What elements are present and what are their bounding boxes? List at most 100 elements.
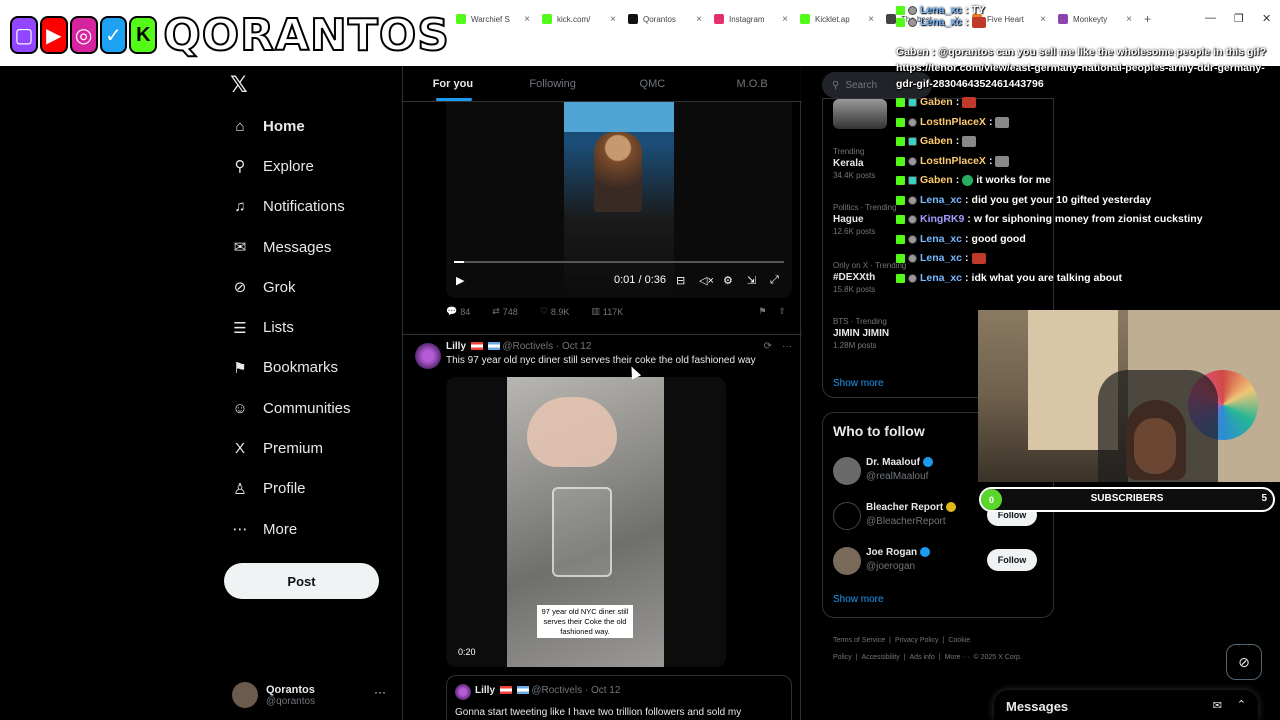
browser-tab[interactable]: Monkeyty × bbox=[1052, 8, 1138, 30]
sidebar-item-premium[interactable]: X Premium bbox=[228, 428, 398, 468]
bookmark-icon: ⚑ bbox=[233, 359, 247, 377]
expand-icon[interactable]: ⌃ bbox=[1237, 698, 1246, 711]
show-more-trends-link[interactable]: Show more bbox=[833, 378, 884, 389]
kick-badge-icon bbox=[896, 136, 905, 146]
close-tab-icon[interactable]: × bbox=[610, 14, 616, 25]
x-logo-icon[interactable]: 𝕏 bbox=[230, 72, 248, 98]
view-count: 117K bbox=[602, 306, 624, 317]
grok-icon[interactable]: ⟳ bbox=[764, 341, 772, 352]
youtube-icon: ▶ bbox=[39, 16, 68, 54]
bookmark-button[interactable]: ⚑ bbox=[758, 306, 766, 317]
reply-button[interactable]: 💬 84 bbox=[446, 306, 470, 317]
grok-button[interactable]: ⊘ bbox=[1226, 644, 1262, 680]
sidebar-item-grok[interactable]: ⊘ Grok bbox=[228, 267, 398, 307]
footer-link[interactable]: More ··· bbox=[945, 654, 970, 661]
close-tab-icon[interactable]: × bbox=[1126, 14, 1132, 25]
video-progress-bar[interactable] bbox=[454, 261, 784, 263]
sidebar-item-more[interactable]: ⋯ More bbox=[228, 509, 398, 549]
post-button[interactable]: Post bbox=[224, 563, 379, 599]
overlay-brand-name: QORANTOS bbox=[162, 9, 450, 62]
avatar[interactable] bbox=[415, 343, 441, 369]
tab-following[interactable]: Following bbox=[503, 66, 603, 101]
sidebar-item-explore[interactable]: ⚲ Explore bbox=[228, 146, 398, 186]
play-icon[interactable]: ▶ bbox=[456, 274, 464, 287]
subscriber-goal-bar: 0 SUBSCRIBERS 5 bbox=[979, 487, 1275, 512]
tweet-author-name[interactable]: Lilly bbox=[446, 341, 466, 352]
more-dots-icon[interactable]: ··· bbox=[782, 341, 792, 352]
mute-icon[interactable]: ◁× bbox=[699, 274, 714, 287]
chat-username: Lena_xc bbox=[920, 4, 963, 16]
subscriber-goal: 5 bbox=[1261, 493, 1267, 504]
avatar[interactable] bbox=[833, 502, 861, 530]
fullscreen-icon[interactable]: ⤢ bbox=[770, 274, 779, 287]
tweet-date[interactable]: · Oct 12 bbox=[556, 341, 592, 352]
chat-text: idk what you are talking about bbox=[971, 272, 1123, 284]
sidebar-item-communities[interactable]: ☺ Communities bbox=[228, 388, 398, 428]
flag-icon bbox=[487, 342, 500, 351]
sub-badge-icon bbox=[908, 234, 917, 244]
compose-message-icon[interactable]: ✉ bbox=[1213, 699, 1222, 712]
new-tab-button[interactable]: + bbox=[1144, 12, 1151, 26]
views-button[interactable]: ▥ 117K bbox=[591, 306, 623, 317]
footer-link[interactable]: Terms of Service bbox=[833, 637, 885, 644]
sidebar-item-lists[interactable]: ☰ Lists bbox=[228, 307, 398, 347]
browser-tab[interactable]: kick.com/ × bbox=[536, 8, 622, 30]
browser-tab[interactable]: Qorantos × bbox=[622, 8, 708, 30]
tab-favicon-icon bbox=[714, 14, 724, 24]
tweet-author-handle[interactable]: @Roctivels bbox=[502, 341, 553, 352]
trend-thumbnail[interactable] bbox=[833, 99, 887, 129]
chat-emote-icon bbox=[962, 174, 974, 186]
video-person bbox=[594, 132, 642, 212]
browser-tab[interactable]: Warchief S × bbox=[450, 8, 536, 30]
captions-icon[interactable]: ⊟ bbox=[676, 274, 685, 287]
like-button[interactable]: ♡ 8.9K bbox=[540, 306, 570, 317]
quoted-tweet[interactable]: Lilly @Roctivels · Oct 12 Gonna start tw… bbox=[446, 675, 792, 720]
account-switcher[interactable]: Qorantos @qorantos ··· bbox=[232, 679, 392, 711]
close-tab-icon[interactable]: × bbox=[524, 14, 530, 25]
tab-qmc[interactable]: QMC bbox=[603, 66, 703, 101]
kick-badge-icon bbox=[896, 253, 905, 263]
sidebar-item-messages[interactable]: ✉ Messages bbox=[228, 227, 398, 267]
kick-icon: K bbox=[129, 16, 158, 54]
repost-button[interactable]: ⇄ 748 bbox=[492, 306, 518, 317]
kick-badge-icon bbox=[896, 17, 905, 27]
repost-count: 748 bbox=[502, 306, 518, 317]
video-player[interactable]: ▶ 0:01 / 0:36 ⊟ ◁× ⚙ ⇲ ⤢ bbox=[446, 102, 792, 298]
avatar[interactable] bbox=[833, 547, 861, 575]
sidebar-item-home[interactable]: ⌂ Home bbox=[228, 106, 398, 146]
browser-tab[interactable]: Kicklet.ap × bbox=[794, 8, 880, 30]
close-tab-icon[interactable]: × bbox=[1040, 14, 1046, 25]
browser-tab[interactable]: Instagram × bbox=[708, 8, 794, 30]
messages-dock-title: Messages bbox=[1006, 699, 1069, 714]
sub-badge-icon bbox=[908, 136, 917, 146]
footer-link[interactable]: © 2025 X Corp. bbox=[973, 654, 1021, 661]
close-tab-icon[interactable]: × bbox=[696, 14, 702, 25]
footer-link[interactable]: Privacy Policy bbox=[895, 637, 939, 644]
footer-link[interactable]: Ads info bbox=[909, 654, 934, 661]
more-dots-icon[interactable]: ··· bbox=[374, 685, 386, 699]
suggestion-handle: @realMaalouf bbox=[866, 471, 929, 482]
suggestion-name: Bleacher Report bbox=[866, 502, 957, 513]
close-tab-icon[interactable]: × bbox=[782, 14, 788, 25]
sidebar-item-profile[interactable]: ♙ Profile bbox=[228, 469, 398, 509]
close-window-icon[interactable]: ✕ bbox=[1262, 12, 1271, 25]
settings-gear-icon[interactable]: ⚙ bbox=[723, 274, 733, 287]
share-button[interactable]: ⇪ bbox=[778, 306, 786, 317]
sidebar-item-bookmarks[interactable]: ⚑ Bookmarks bbox=[228, 348, 398, 388]
avatar[interactable] bbox=[833, 457, 861, 485]
footer-separator: | bbox=[903, 654, 906, 661]
follow-button[interactable]: Follow bbox=[987, 549, 1037, 571]
messages-dock[interactable]: Messages ✉ ⌃ bbox=[994, 690, 1258, 720]
show-more-follow-link[interactable]: Show more bbox=[833, 594, 884, 605]
tweet[interactable]: Lilly @Roctivels · Oct 12 ⟳ ··· This 97 … bbox=[403, 334, 802, 720]
restore-icon[interactable]: ❐ bbox=[1234, 12, 1244, 25]
pip-icon[interactable]: ⇲ bbox=[747, 274, 756, 287]
video-player[interactable]: 97 year old NYC diner still serves their… bbox=[446, 377, 726, 667]
footer-link[interactable]: Accessibility bbox=[862, 654, 900, 661]
follow-suggestion[interactable]: Joe Rogan @joerogan Follow bbox=[833, 545, 1047, 581]
minimize-icon[interactable]: — bbox=[1205, 12, 1216, 24]
tab-for-you[interactable]: For you bbox=[403, 66, 503, 101]
sidebar-item-notifications[interactable]: ♫ Notifications bbox=[228, 187, 398, 227]
tab-m-o-b[interactable]: M.O.B bbox=[702, 66, 802, 101]
close-tab-icon[interactable]: × bbox=[868, 14, 874, 25]
